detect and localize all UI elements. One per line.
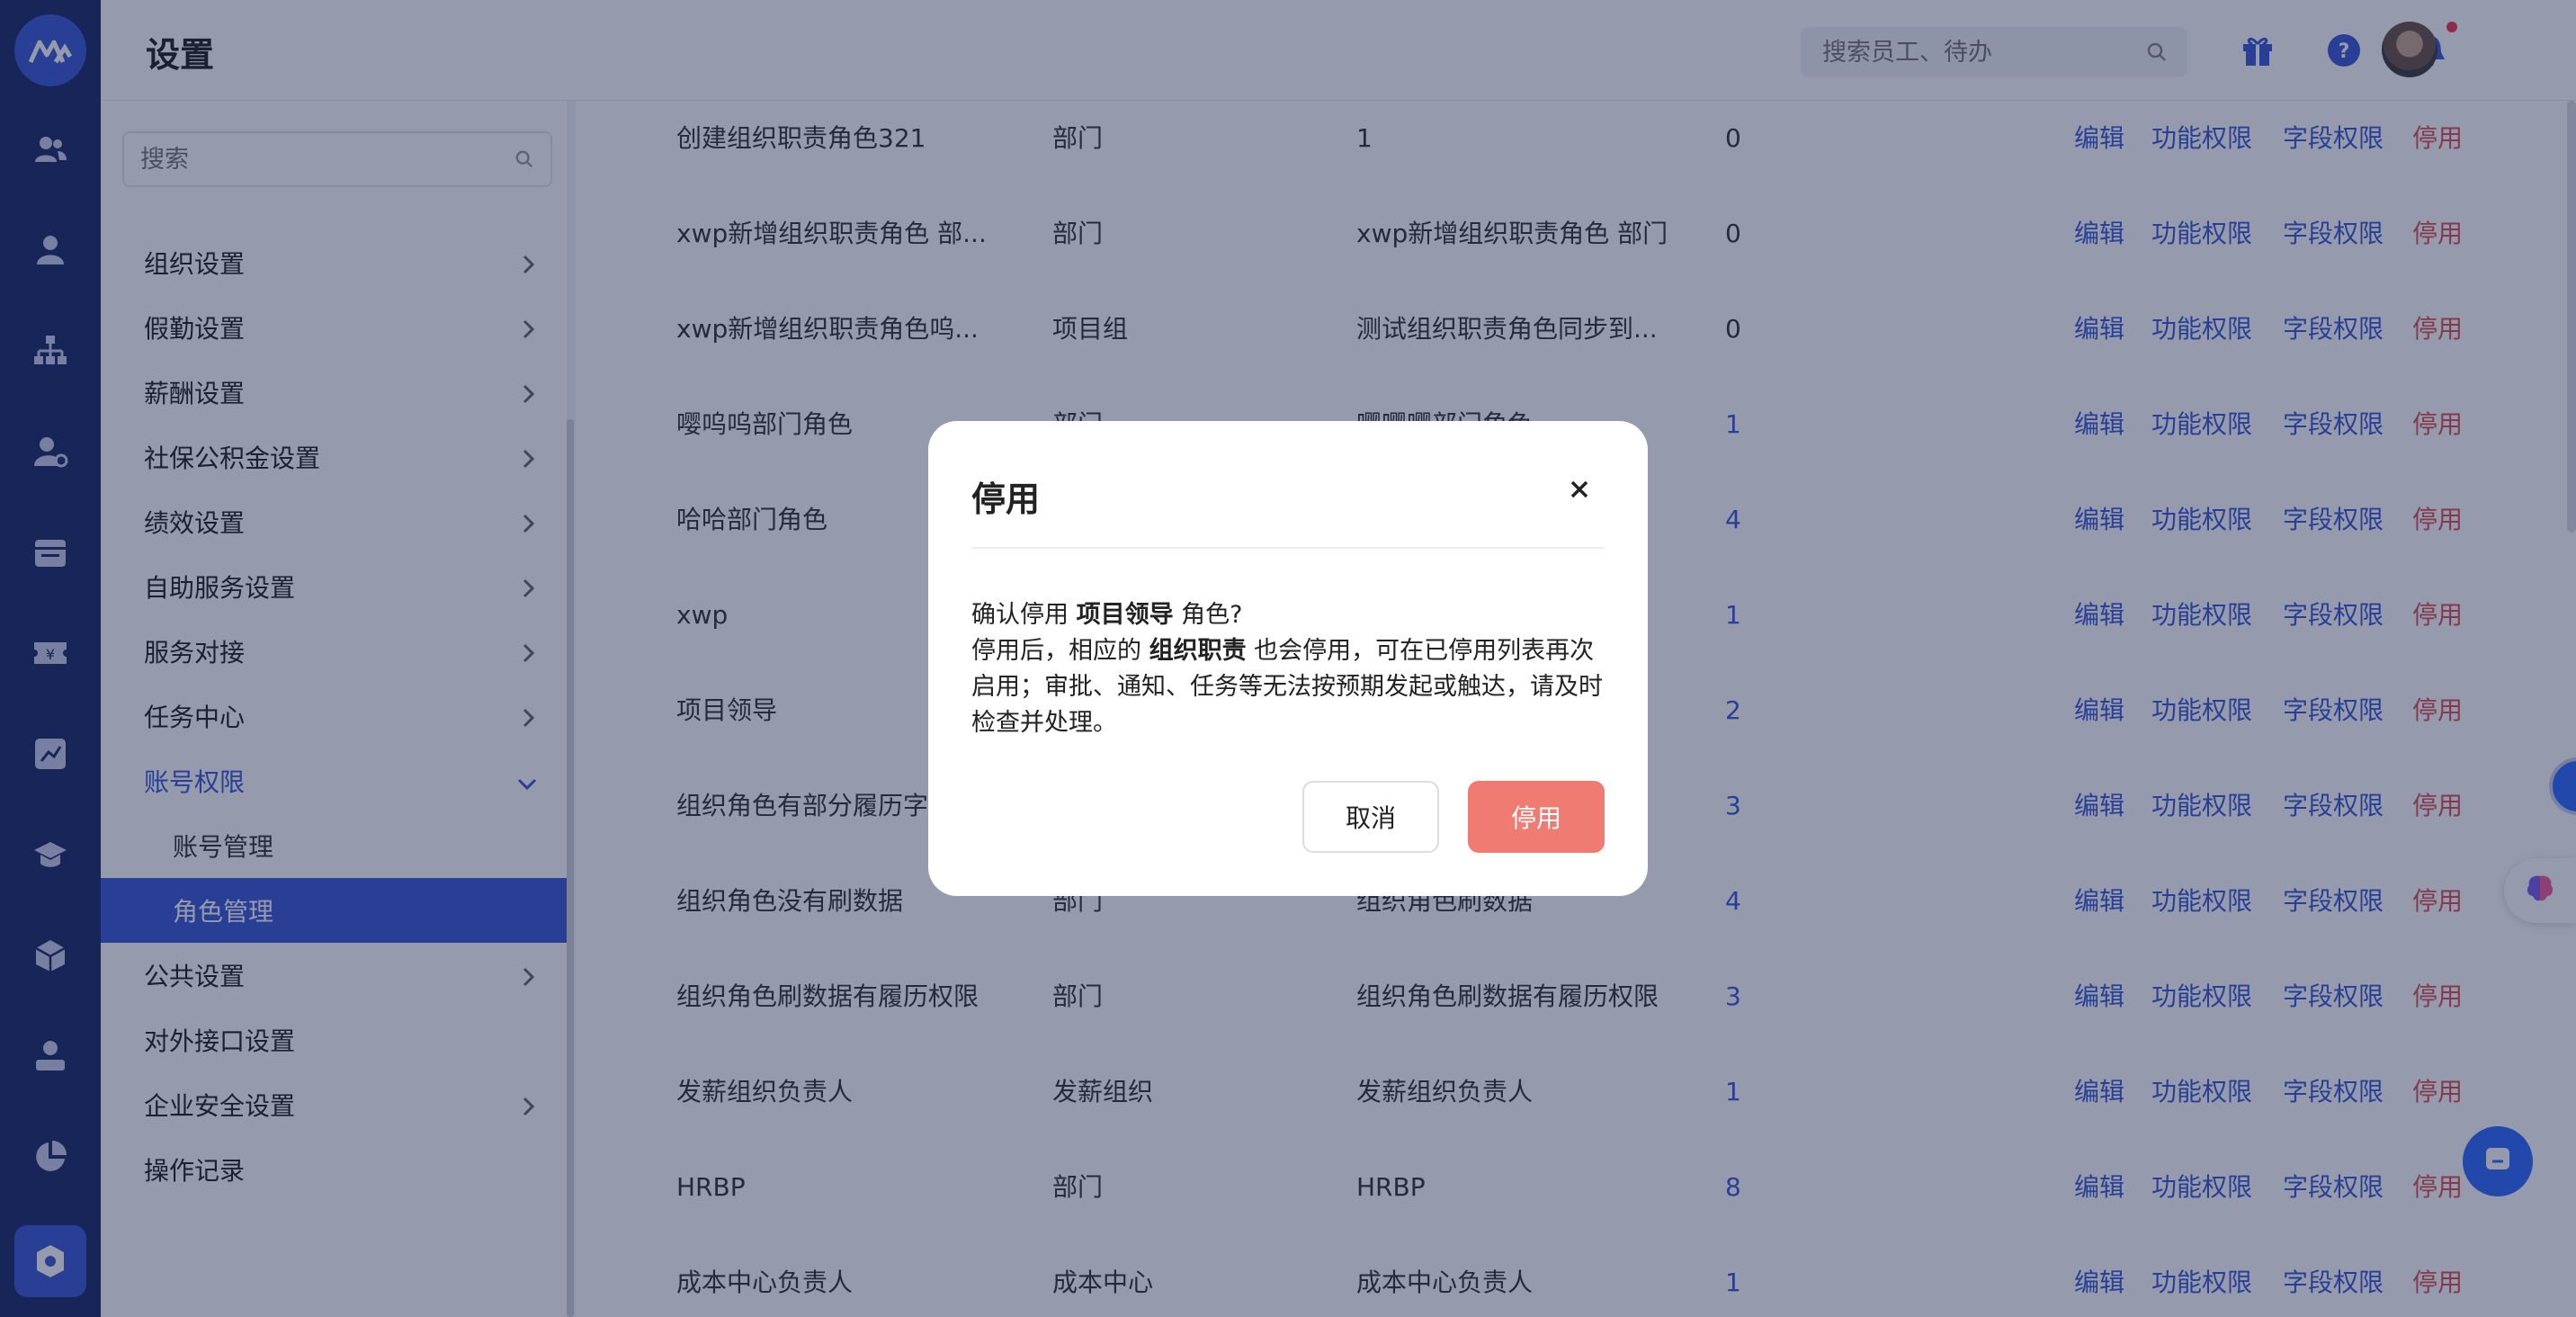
close-icon[interactable]	[1561, 471, 1597, 507]
confirm-disable-button[interactable]: 停用	[1468, 781, 1605, 853]
dialog-divider	[971, 547, 1605, 549]
org-duty-highlight: 组织职责	[1149, 637, 1247, 665]
cancel-button[interactable]: 取消	[1302, 781, 1439, 853]
disable-role-dialog: 停用 确认停用 项目领导 角色? 停用后，相应的 组织职责 也会停用，可在已停用…	[928, 421, 1648, 896]
role-name-highlight: 项目领导	[1076, 601, 1174, 629]
text-fragment: 确认停用	[971, 601, 1077, 629]
text-fragment: 角色?	[1173, 601, 1243, 629]
dialog-title: 停用	[971, 479, 1041, 519]
warning-text: 停用后，相应的 组织职责 也会停用，可在已停用列表再次启用；审批、通知、任务等无…	[971, 633, 1610, 741]
confirm-question: 确认停用 项目领导 角色?	[971, 597, 1610, 633]
text-fragment: 停用后，相应的	[971, 637, 1149, 665]
dialog-message: 确认停用 项目领导 角色? 停用后，相应的 组织职责 也会停用，可在已停用列表再…	[971, 597, 1610, 741]
